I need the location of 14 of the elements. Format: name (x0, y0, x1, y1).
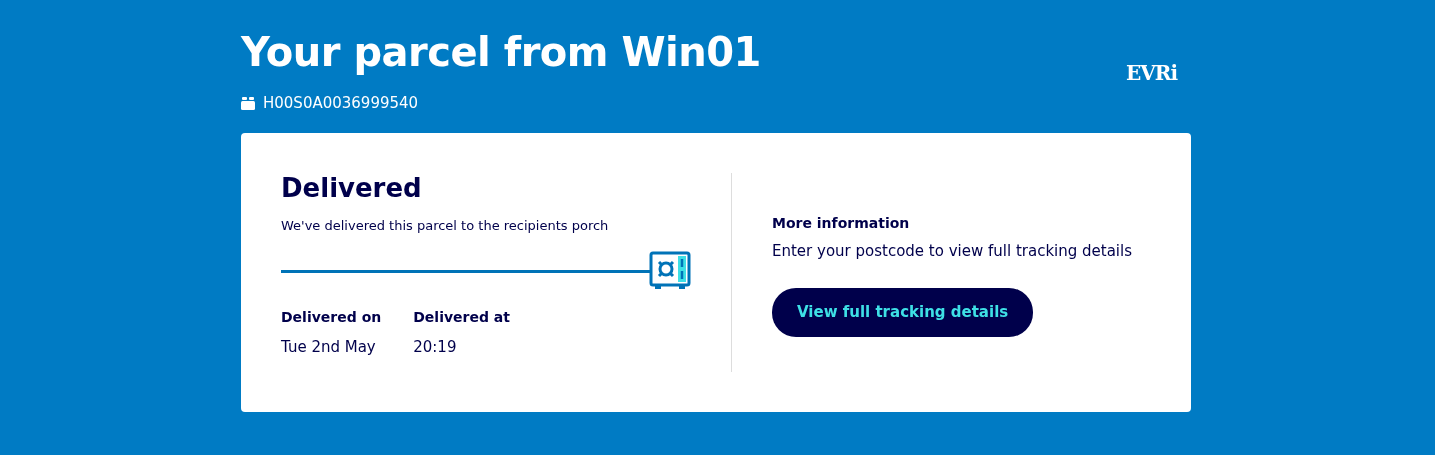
info-text: Enter your postcode to view full tracking details (772, 240, 1132, 262)
parcel-icon (241, 96, 255, 110)
tracking-number: H00S0A0036999540 (263, 93, 419, 114)
status-title: Delivered (281, 172, 423, 204)
page-title: Your parcel from Win01 (241, 28, 761, 76)
logo: EVRi (1126, 60, 1177, 87)
section-heading: More information (772, 213, 911, 233)
detail-value: 20:19 (413, 337, 458, 359)
status-message: We've delivered this parcel to the recipients porch (281, 216, 610, 235)
detail-label: Delivered at (413, 308, 510, 328)
tracking-details-button[interactable]: View full tracking details (772, 288, 1034, 337)
detail-label: Delivered on (281, 308, 382, 328)
safe-icon (649, 251, 691, 292)
detail-value: Tue 2nd May (281, 337, 377, 359)
